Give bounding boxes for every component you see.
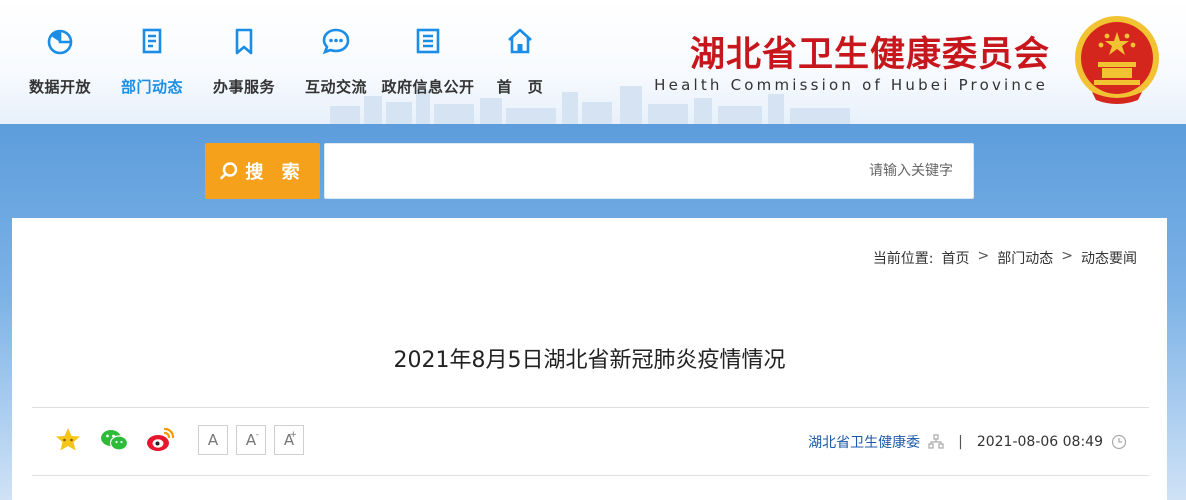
article-meta: 湖北省卫生健康委 | 2021-08-06 08:49: [808, 432, 1127, 452]
nav-item-gov-info[interactable]: 政府信息公开: [382, 22, 474, 112]
nav-item-services[interactable]: 办事服务: [198, 22, 290, 112]
font-size-decrease-button[interactable]: A-: [236, 425, 266, 455]
font-size-small-button[interactable]: A: [198, 425, 228, 455]
document-icon: [135, 24, 169, 58]
nav-label: 首 页: [496, 78, 544, 96]
meta-divider: [32, 475, 1149, 476]
nav-item-interaction[interactable]: 互动交流: [290, 22, 382, 112]
search-input[interactable]: [325, 144, 973, 198]
meta-separator: |: [958, 434, 963, 450]
site-brand[interactable]: 湖北省卫生健康委员会 Health Commission of Hubei Pr…: [640, 20, 1050, 100]
site-title-en: Health Commission of Hubei Province: [654, 76, 1048, 94]
breadcrumb-separator: >: [977, 248, 990, 264]
site-header: 数据开放 部门动态 办事服务 互动交流 政府信息公开 首 页 湖北省卫生健康委员…: [0, 0, 1186, 124]
font-size-mark: +: [289, 430, 297, 440]
breadcrumb: 当前位置: 首页 > 部门动态 > 动态要闻: [873, 248, 1137, 268]
site-title: 湖北省卫生健康委员会: [689, 34, 1050, 75]
nav-label: 互动交流: [304, 78, 367, 96]
article-tools: A A- A +: [52, 424, 304, 456]
breadcrumb-prefix: 当前位置:: [872, 251, 934, 267]
main-nav: 数据开放 部门动态 办事服务 互动交流 政府信息公开 首 页: [14, 22, 566, 112]
breadcrumb-item-department-news[interactable]: 部门动态: [997, 248, 1053, 268]
nav-item-department-news[interactable]: 部门动态: [106, 22, 198, 112]
font-size-label: A: [245, 431, 257, 449]
article-source: 湖北省卫生健康委: [808, 435, 921, 451]
breadcrumb-item-home[interactable]: 首页: [942, 248, 970, 268]
nav-label: 部门动态: [120, 78, 183, 96]
search-input-wrapper: [324, 143, 974, 199]
breadcrumb-item-news-highlights[interactable]: 动态要闻: [1081, 248, 1137, 268]
bookmark-icon: [227, 24, 261, 58]
home-icon: [503, 24, 537, 58]
font-size-increase-button[interactable]: A +: [274, 425, 304, 455]
nav-label: 办事服务: [212, 78, 275, 96]
data-pie-icon: [43, 24, 77, 58]
source-org-icon: [928, 434, 944, 450]
font-size-mark: -: [255, 430, 259, 440]
article-title: 2021年8月5日湖北省新冠肺炎疫情情况: [393, 348, 786, 373]
national-emblem-icon: [1075, 16, 1159, 104]
article-card: 当前位置: 首页 > 部门动态 > 动态要闻 2021年8月5日湖北省新冠肺炎疫…: [12, 218, 1167, 500]
weibo-icon[interactable]: [144, 424, 176, 456]
search-button[interactable]: 搜 索: [205, 143, 320, 199]
breadcrumb-separator: >: [1061, 248, 1073, 264]
nav-item-home[interactable]: 首 页: [474, 22, 566, 112]
nav-item-data-open[interactable]: 数据开放: [14, 22, 106, 112]
favorite-star-icon[interactable]: [52, 424, 84, 456]
chat-bubble-icon: [319, 24, 353, 58]
article-datetime: 2021-08-06 08:49: [976, 434, 1103, 450]
nav-label: 数据开放: [28, 78, 91, 96]
title-divider: [32, 407, 1149, 408]
search-icon: [220, 162, 238, 180]
list-doc-icon: [411, 24, 445, 58]
clock-icon: [1111, 434, 1127, 450]
nav-label: 政府信息公开: [381, 78, 475, 96]
search-button-label: 搜 索: [245, 162, 306, 183]
wechat-icon[interactable]: [98, 424, 130, 456]
font-size-label: A: [207, 431, 219, 449]
